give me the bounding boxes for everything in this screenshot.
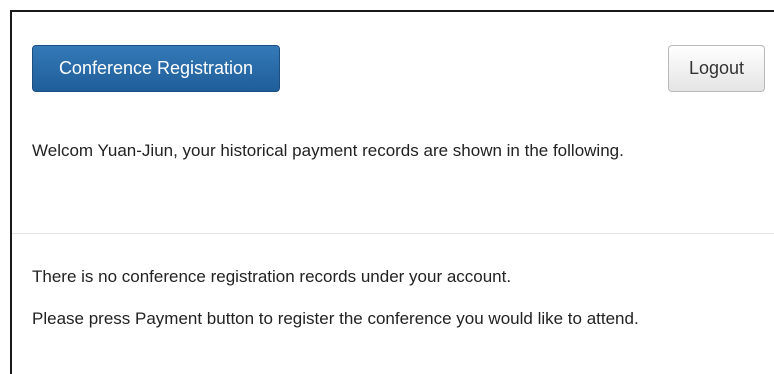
header-panel: Conference Registration Logout Welcom Yu… bbox=[12, 12, 774, 233]
no-records-message: There is no conference registration reco… bbox=[32, 267, 512, 286]
conference-registration-button[interactable]: Conference Registration bbox=[32, 45, 280, 92]
section-divider bbox=[12, 233, 774, 234]
page-frame: Conference Registration Logout Welcom Yu… bbox=[10, 10, 774, 374]
payment-instruction-message: Please press Payment button to register … bbox=[32, 309, 639, 328]
logout-button[interactable]: Logout bbox=[668, 45, 765, 92]
welcome-message: Welcom Yuan-Jiun, your historical paymen… bbox=[32, 141, 624, 160]
